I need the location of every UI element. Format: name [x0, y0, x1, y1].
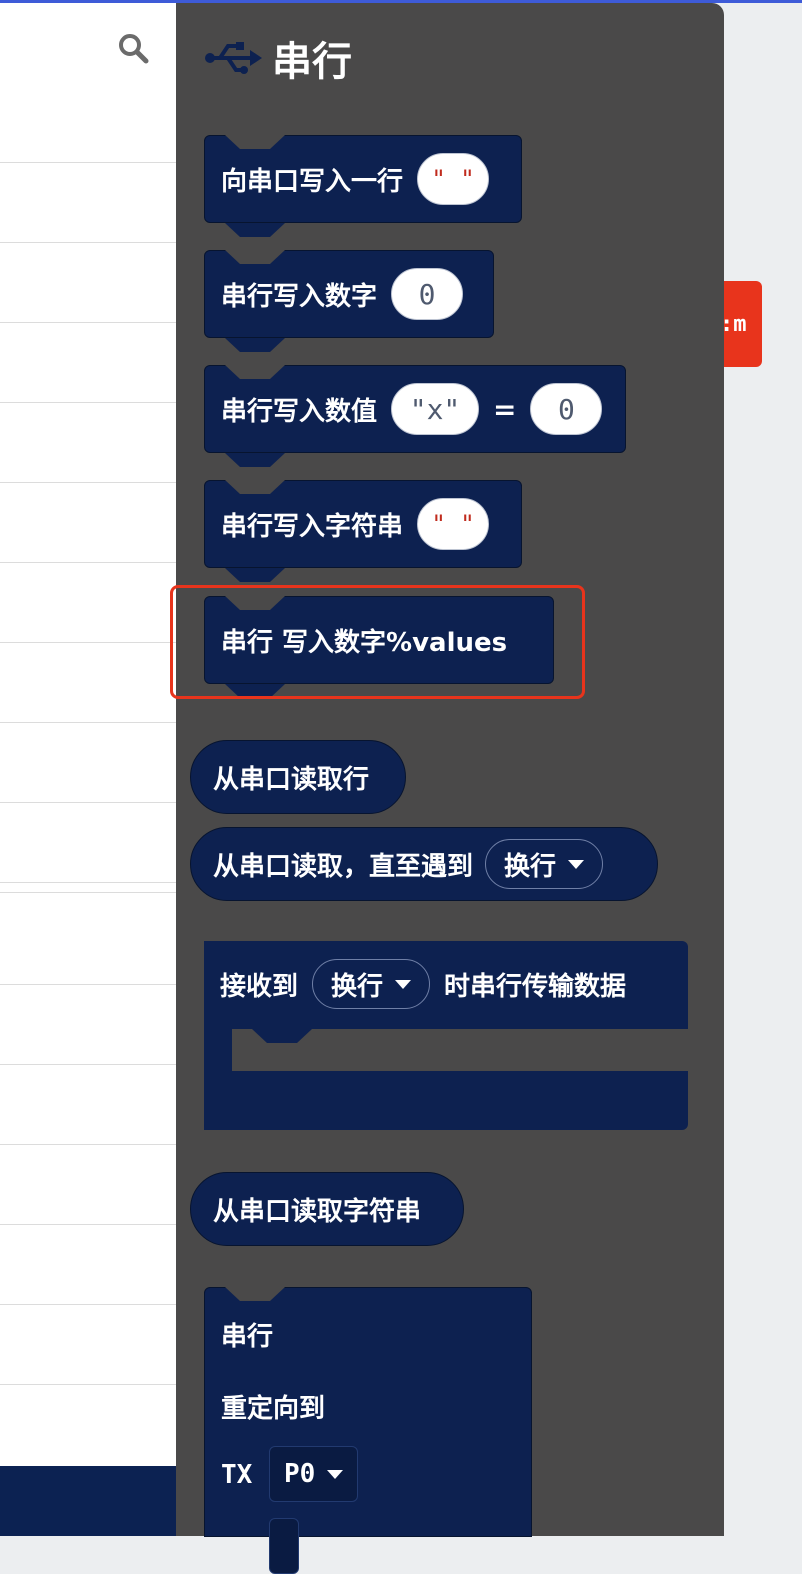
block-serial-write-value[interactable]: 串行写入数值 "x" = 0	[204, 365, 626, 467]
block-serial-write-line[interactable]: 向串口写入一行 " "	[204, 135, 522, 237]
delimiter-dropdown[interactable]: 换行	[485, 839, 604, 889]
toolbox-divider	[0, 242, 176, 243]
flyout-header: 串行	[204, 31, 352, 85]
toolbox-divider	[0, 882, 176, 883]
block-label: 向串口写入一行	[221, 166, 404, 197]
dropdown-value: P0	[284, 1459, 316, 1489]
block-notch	[225, 365, 285, 379]
value-input[interactable]: 0	[530, 383, 603, 435]
block-serial-write-number[interactable]: 串行写入数字 0	[204, 250, 494, 352]
toolbox-divider	[0, 802, 176, 803]
toolbox-divider	[0, 642, 176, 643]
search-icon[interactable]	[116, 31, 150, 65]
caret-down-icon	[327, 1469, 344, 1479]
usb-icon	[205, 42, 262, 74]
block-serial-read-string[interactable]: 从串口读取字符串	[190, 1172, 464, 1246]
block-suffix: 时串行传输数据	[444, 971, 627, 1002]
caret-down-icon	[395, 979, 412, 989]
block-notch	[225, 250, 285, 264]
string-input[interactable]: " "	[417, 153, 490, 205]
toolbox-divider	[0, 162, 176, 163]
toolbox-divider	[0, 402, 176, 403]
toolbox-divider	[0, 1304, 176, 1305]
block-serial-write-string[interactable]: 串行写入字符串 " "	[204, 480, 522, 582]
block-row: 接收到 换行 时串行传输数据	[220, 959, 626, 1009]
dropdown-value: 换行	[331, 971, 384, 1002]
block-label: 重定向到	[221, 1394, 326, 1424]
number-input[interactable]: 0	[391, 268, 464, 320]
block-serial-read-until[interactable]: 从串口读取，直至遇到 换行	[190, 827, 658, 901]
block-serial-on-data-received[interactable]: 接收到 换行 时串行传输数据	[204, 941, 688, 1130]
block-label: 串行	[221, 1322, 274, 1352]
block-notch	[225, 1287, 285, 1301]
block-label: 串行写入数字	[221, 281, 378, 312]
toolbox-footer	[0, 1466, 176, 1536]
tx-pin-dropdown[interactable]: P0	[269, 1446, 359, 1502]
toolbox-divider	[0, 322, 176, 323]
block-label: 从串口读取，直至遇到	[213, 851, 474, 882]
flyout-title: 串行	[272, 39, 352, 85]
toolbox-divider	[0, 722, 176, 723]
toolbox-divider	[0, 892, 176, 893]
rx-pin-dropdown[interactable]	[269, 1518, 299, 1574]
toolbox-divider	[0, 1064, 176, 1065]
caret-down-icon	[568, 859, 585, 869]
block-label: 串行写入数值	[221, 396, 378, 427]
dropdown-value: 换行	[504, 851, 557, 882]
block-label: 从串口读取行	[213, 764, 370, 795]
block-label: 从串口读取字符串	[213, 1196, 422, 1227]
block-footer	[204, 1071, 688, 1130]
toolbox-divider	[0, 562, 176, 563]
block-serial-redirect[interactable]: 串行 重定向到 TX P0	[204, 1287, 532, 1574]
string-input[interactable]: " "	[417, 498, 490, 550]
canvas-block-stub[interactable]: :m	[724, 281, 762, 367]
toolbox-divider	[0, 1144, 176, 1145]
toolbox-divider	[0, 984, 176, 985]
highlight-box	[170, 585, 585, 699]
toolbox-divider	[0, 482, 176, 483]
tx-label: TX	[221, 1460, 253, 1490]
block-serial-read-line[interactable]: 从串口读取行	[190, 740, 406, 814]
toolbox-divider	[0, 1224, 176, 1225]
block-notch	[225, 135, 285, 149]
delimiter-dropdown[interactable]: 换行	[312, 959, 431, 1009]
toolbox-divider	[0, 1384, 176, 1385]
block-prefix: 接收到	[220, 971, 299, 1002]
equals-sign: =	[493, 392, 517, 426]
block-notch	[225, 480, 285, 494]
block-label: 串行写入字符串	[221, 511, 404, 542]
key-input[interactable]: "x"	[391, 383, 480, 435]
toolbox-panel	[0, 3, 176, 1466]
